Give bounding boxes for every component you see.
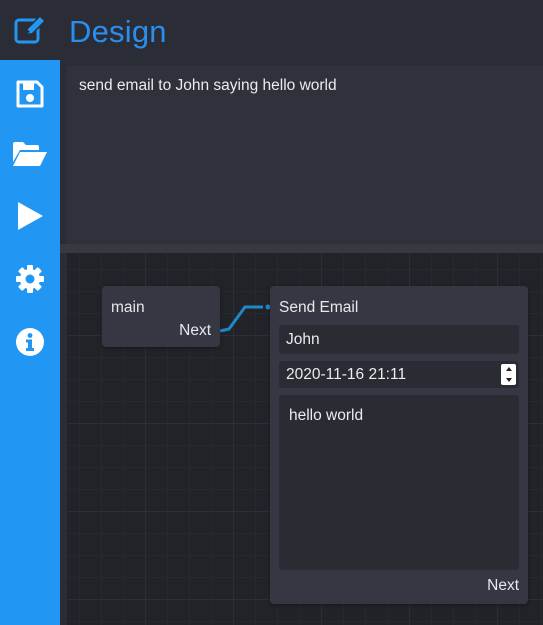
flow-canvas[interactable]: main Next Send Email John 2020-11-16 21:… bbox=[67, 253, 543, 625]
prompt-input[interactable]: send email to John saying hello world bbox=[67, 66, 543, 244]
panel-divider[interactable] bbox=[60, 244, 543, 253]
datetime-field[interactable]: 2020-11-16 21:11 bbox=[279, 361, 519, 388]
sidebar-item-open[interactable] bbox=[0, 124, 60, 184]
page-title: Design bbox=[69, 14, 167, 49]
node-send-email[interactable]: Send Email John 2020-11-16 21:11 hello w… bbox=[270, 286, 528, 604]
sidebar-item-design[interactable] bbox=[0, 0, 60, 60]
recipient-field[interactable]: John bbox=[279, 325, 519, 354]
sidebar-item-about[interactable] bbox=[0, 312, 60, 372]
node-main[interactable]: main Next bbox=[102, 286, 220, 347]
info-icon bbox=[16, 328, 44, 356]
save-icon bbox=[16, 80, 44, 108]
datetime-value: 2020-11-16 21:11 bbox=[286, 366, 407, 383]
node-main-title: main bbox=[111, 299, 145, 316]
sidebar-item-settings[interactable] bbox=[0, 249, 60, 309]
node-send-email-next-port[interactable]: Next bbox=[487, 577, 519, 595]
spin-up-icon[interactable] bbox=[505, 367, 512, 372]
node-send-email-title: Send Email bbox=[279, 299, 359, 316]
sidebar-item-run[interactable] bbox=[0, 186, 60, 246]
datetime-spinner[interactable] bbox=[501, 364, 516, 385]
node-main-next-port[interactable]: Next bbox=[179, 322, 211, 340]
folder-open-icon bbox=[13, 142, 47, 166]
gear-icon bbox=[16, 265, 44, 293]
message-body-field[interactable]: hello world bbox=[279, 395, 519, 570]
sidebar-item-save[interactable] bbox=[0, 64, 60, 124]
edit-icon bbox=[14, 15, 47, 44]
play-icon bbox=[18, 202, 43, 230]
sidebar bbox=[0, 0, 60, 625]
spin-down-icon[interactable] bbox=[505, 377, 512, 382]
